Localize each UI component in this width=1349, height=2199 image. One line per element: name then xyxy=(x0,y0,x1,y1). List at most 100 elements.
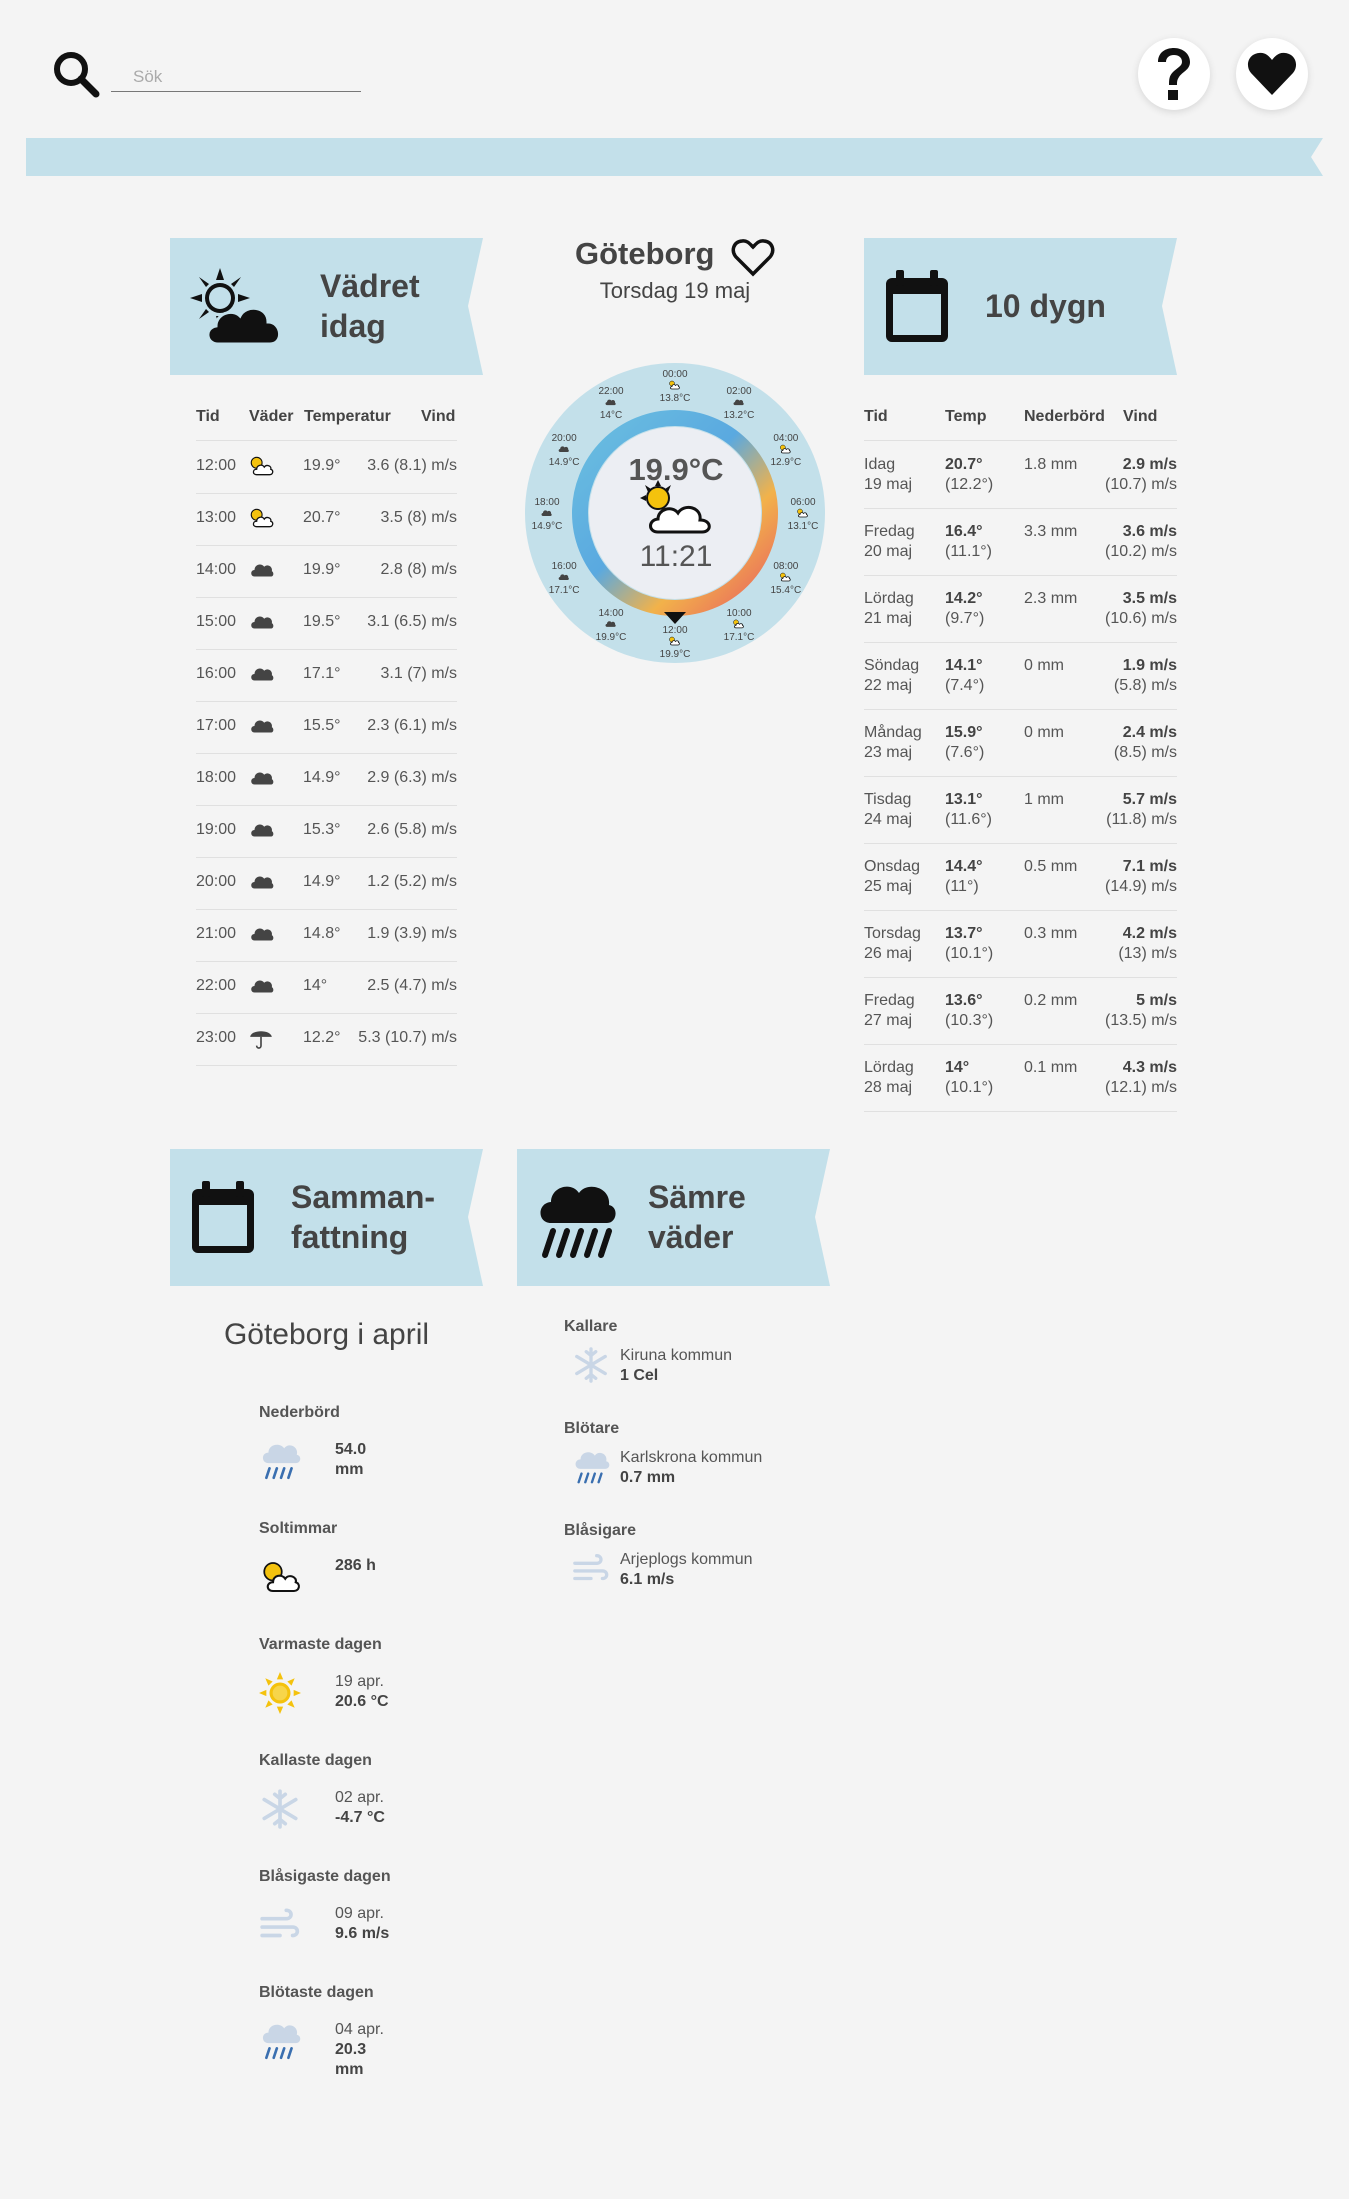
row-temperature: 20.7° xyxy=(303,509,341,526)
table-row: 13:00 20.7° 3.5 (8) m/s xyxy=(196,493,457,546)
worse-weather-item[interactable]: Blåsigare Arjeplogs kommun 6.1 m/s xyxy=(564,1522,824,1612)
day-label: Söndag 22 maj xyxy=(864,657,920,694)
clock-temp: 19.9°C xyxy=(660,649,691,660)
worse-item-value: Arjeplogs kommun 6.1 m/s xyxy=(620,1551,753,1588)
day-wind: 2.4 m/s (8.5) m/s xyxy=(1113,724,1177,761)
cloud-icon xyxy=(248,869,274,900)
day-row[interactable]: Fredag 20 maj 16.4° (11.1°) 3.3 mm 3.6 m/s (10… xyxy=(864,508,1177,576)
umbrella-icon xyxy=(248,1025,274,1056)
clock-hour: 22:00 xyxy=(598,386,623,397)
summary-item: Blötaste dagen 04 apr. 20.3 mm xyxy=(259,1984,459,2094)
search-input[interactable] xyxy=(111,62,361,92)
day-precipitation: 0.2 mm xyxy=(1024,992,1078,1009)
day-wind: 3.6 m/s (10.2) m/s xyxy=(1104,523,1177,560)
day-temperature: 15.9° (7.6°) xyxy=(945,724,985,761)
day-precipitation: 1.8 mm xyxy=(1024,456,1078,473)
day-row[interactable]: Idag 19 maj 20.7° (12.2°) 1.8 mm 2.9 m/s (10.7… xyxy=(864,441,1177,509)
row-temperature: 14° xyxy=(303,977,328,994)
table-row: 17:00 15.5° 2.3 (6.1) m/s xyxy=(196,701,457,754)
worse-weather-item[interactable]: Blötare Karlskrona kommun 0.7 mm xyxy=(564,1420,824,1510)
day-wind: 5.7 m/s (11.8) m/s xyxy=(1106,791,1177,828)
search-icon[interactable] xyxy=(52,50,100,98)
today-title: Vädret idag xyxy=(320,268,420,344)
day-row[interactable]: Onsdag 25 maj 14.4° (11°) 0.5 mm 7.1 m/s (14.9… xyxy=(864,843,1177,911)
day-clock: 00:0013.8°C02:0013.2°C04:0012.9°C06:0013… xyxy=(525,363,825,663)
rain-cloud-icon xyxy=(259,2020,301,2067)
worse-item-label: Blåsigare xyxy=(564,1522,637,1539)
day-row[interactable]: Torsdag 26 maj 13.7° (10.1°) 0.3 mm 4.2 m/s (1… xyxy=(864,910,1177,978)
col-header-precip: Nederbörd xyxy=(1024,408,1105,425)
table-row: 23:00 12.2° 5.3 (10.7) m/s xyxy=(196,1013,457,1066)
clock-hour: 04:00 xyxy=(773,433,798,444)
day-temperature: 14° (10.1°) xyxy=(945,1059,994,1096)
top-banner xyxy=(26,138,1323,176)
worse-item-label: Kallare xyxy=(564,1318,618,1335)
day-row[interactable]: Fredag 27 maj 13.6° (10.3°) 0.2 mm 5 m/s (13.5… xyxy=(864,977,1177,1045)
col-header-time: Tid xyxy=(196,408,220,425)
clock-hour: 10:00 xyxy=(726,608,751,619)
clock-temp: 15.4°C xyxy=(771,585,802,596)
day-label: Onsdag 25 maj xyxy=(864,858,921,895)
city-date: Torsdag 19 maj xyxy=(599,278,751,303)
day-wind: 3.5 m/s (10.6) m/s xyxy=(1104,590,1177,627)
col-header-weather: Väder xyxy=(249,408,294,425)
day-row[interactable]: Söndag 22 maj 14.1° (7.4°) 0 mm 1.9 m/s (5.8) … xyxy=(864,642,1177,710)
table-row: 20:00 14.9° 1.2 (5.2) m/s xyxy=(196,857,457,910)
cloud-icon xyxy=(248,661,274,692)
row-wind: 2.9 (6.3) m/s xyxy=(367,769,457,786)
col-header-temperature: Temperatur xyxy=(304,408,391,425)
row-wind: 2.5 (4.7) m/s xyxy=(367,977,457,994)
worse-weather-ribbon: Sämre väder xyxy=(517,1149,830,1286)
day-precipitation: 0.3 mm xyxy=(1024,925,1078,942)
row-temperature: 12.2° xyxy=(303,1029,341,1046)
row-time: 18:00 xyxy=(196,769,237,786)
favorites-button[interactable] xyxy=(1236,38,1308,110)
day-temperature: 13.7° (10.1°) xyxy=(945,925,994,962)
row-wind: 1.9 (3.9) m/s xyxy=(367,925,457,942)
ten-day-title: 10 dygn xyxy=(985,288,1106,324)
clock-temp: 14.9°C xyxy=(532,521,563,532)
table-row: 18:00 14.9° 2.9 (6.3) m/s xyxy=(196,753,457,806)
worse-weather-title: Sämre väder xyxy=(648,1179,746,1255)
row-time: 22:00 xyxy=(196,977,237,994)
sun-cloud-icon xyxy=(259,1556,301,1603)
worse-weather-item[interactable]: Kallare Kiruna kommun 1 Cel xyxy=(564,1318,824,1408)
col-header-temp: Temp xyxy=(945,408,987,425)
summary-item-label: Blåsigaste dagen xyxy=(259,1868,391,1885)
row-time: 19:00 xyxy=(196,821,237,838)
day-label: Måndag 23 maj xyxy=(864,724,922,761)
clock-temp: 19.9°C xyxy=(596,632,627,643)
worse-item-value: Karlskrona kommun 0.7 mm xyxy=(620,1449,763,1486)
day-row[interactable]: Måndag 23 maj 15.9° (7.6°) 0 mm 2.4 m/s (8.5) … xyxy=(864,709,1177,777)
summary-item: Kallaste dagen 02 apr. -4.7 °C xyxy=(259,1752,459,1862)
day-temperature: 16.4° (11.1°) xyxy=(945,523,993,560)
snowflake-icon xyxy=(572,1346,610,1389)
day-label: Fredag 27 maj xyxy=(864,992,915,1029)
table-row: 15:00 19.5° 3.1 (6.5) m/s xyxy=(196,597,457,650)
rain-cloud-icon xyxy=(540,1186,616,1258)
table-row: 12:00 19.9° 3.6 (8.1) m/s xyxy=(196,441,457,494)
day-row[interactable]: Lördag 21 maj 14.2° (9.7°) 2.3 mm 3.5 m/s (10.… xyxy=(864,575,1177,643)
worse-item-label: Blötare xyxy=(564,1420,620,1437)
clock-hour: 02:00 xyxy=(726,386,751,397)
clock-hour: 14:00 xyxy=(598,608,623,619)
row-time: 17:00 xyxy=(196,717,237,734)
day-wind: 7.1 m/s (14.9) m/s xyxy=(1104,858,1177,895)
day-wind: 1.9 m/s (5.8) m/s xyxy=(1113,657,1177,694)
row-time: 12:00 xyxy=(196,457,237,474)
favorite-heart-icon[interactable] xyxy=(731,238,775,278)
day-row[interactable]: Tisdag 24 maj 13.1° (11.6°) 1 mm 5.7 m/s (11.8… xyxy=(864,776,1177,844)
clock-hour: 20:00 xyxy=(552,433,577,444)
day-precipitation: 0.5 mm xyxy=(1024,858,1078,875)
summary-ribbon: Samman- fattning xyxy=(170,1149,483,1286)
help-button[interactable] xyxy=(1138,38,1210,110)
day-wind: 2.9 m/s (10.7) m/s xyxy=(1104,456,1177,493)
rain-cloud-icon xyxy=(259,1440,301,1487)
day-row[interactable]: Lördag 28 maj 14° (10.1°) 0.1 mm 4.3 m/s (12.1… xyxy=(864,1044,1177,1112)
question-icon xyxy=(1158,48,1190,100)
row-wind: 1.2 (5.2) m/s xyxy=(367,873,457,890)
summary-heading: Göteborg i april xyxy=(223,1318,430,1351)
clock-temp: 17.1°C xyxy=(724,632,755,643)
sun-cloud-icon xyxy=(248,453,274,484)
row-temperature: 14.9° xyxy=(303,769,341,786)
